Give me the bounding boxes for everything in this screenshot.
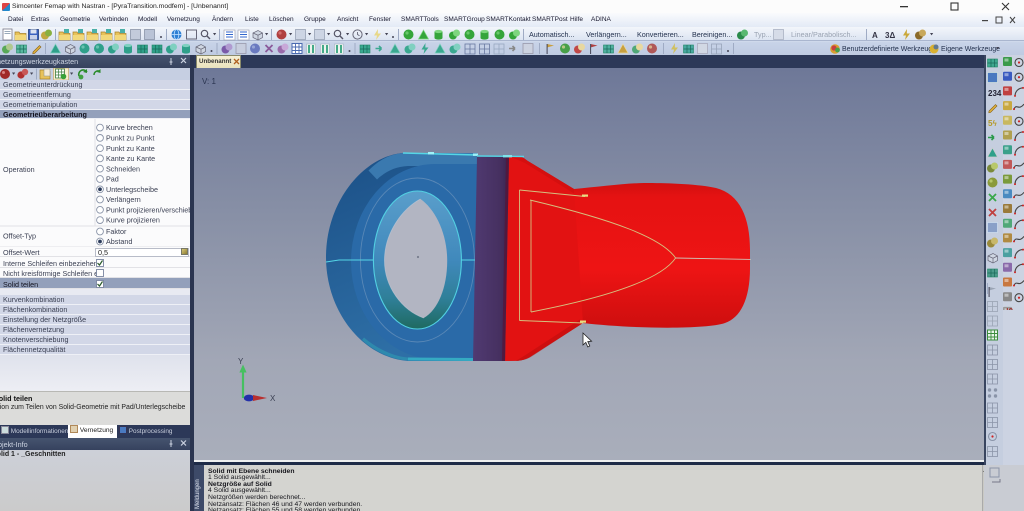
svg-text:Kurve projizieren: Kurve projizieren xyxy=(106,216,160,225)
svg-text:Konvertieren...: Konvertieren... xyxy=(637,30,684,39)
svg-text:Verlängern: Verlängern xyxy=(106,195,141,204)
svg-text:Punkt zu Punkt: Punkt zu Punkt xyxy=(106,134,154,143)
svg-text:Y: Y xyxy=(238,357,244,366)
svg-text:Punkt projizieren/verschieben: Punkt projizieren/verschieben xyxy=(106,205,190,214)
svg-text:Punkt zu Kante: Punkt zu Kante xyxy=(106,144,155,153)
svg-text:234: 234 xyxy=(988,89,1002,98)
svg-text:A: A xyxy=(872,31,878,40)
svg-text:Offset-Typ: Offset-Typ xyxy=(3,232,36,241)
svg-text:Automatisch...: Automatisch... xyxy=(529,30,575,39)
svg-text:Schneiden: Schneiden xyxy=(106,164,140,173)
svg-text:Benutzerdefinierte Werkzeuge: Benutzerdefinierte Werkzeuge xyxy=(842,46,936,53)
svg-text:Pad: Pad xyxy=(106,175,119,184)
svg-text:Unterlegscheibe: Unterlegscheibe xyxy=(106,185,158,194)
svg-text:Faktor: Faktor xyxy=(106,227,127,236)
svg-text:X: X xyxy=(270,394,276,403)
svg-text:Kurve brechen: Kurve brechen xyxy=(106,123,153,132)
svg-text:Eigene Werkzeuge: Eigene Werkzeuge xyxy=(941,46,1000,53)
svg-text:V: 1: V: 1 xyxy=(202,77,216,86)
svg-text:Abstand: Abstand xyxy=(106,237,132,246)
svg-text:Linear/Parabolisch...: Linear/Parabolisch... xyxy=(791,30,857,39)
svg-text:3Δ: 3Δ xyxy=(885,31,895,40)
svg-text:Verlängern...: Verlängern... xyxy=(586,30,627,39)
svg-text:Typ...: Typ... xyxy=(754,30,772,39)
svg-text:5ϟ: 5ϟ xyxy=(988,119,997,128)
svg-text:Kante zu Kante: Kante zu Kante xyxy=(106,154,155,163)
svg-text:Bereinigen...: Bereinigen... xyxy=(692,30,732,39)
